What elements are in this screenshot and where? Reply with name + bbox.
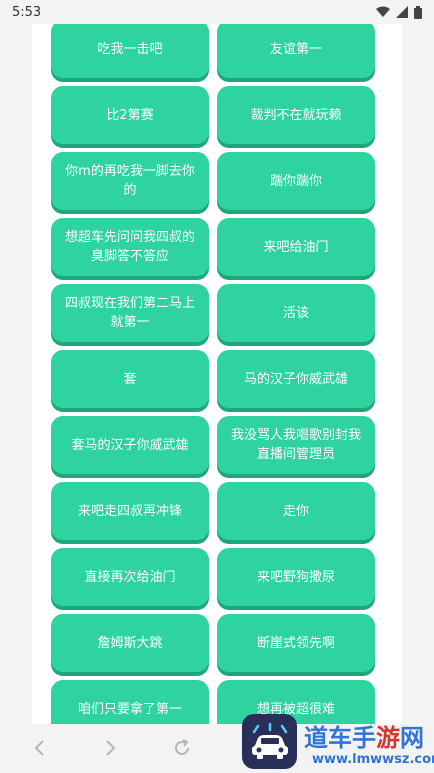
sound-button[interactable]: 来吧走四叔再冲锋 <box>51 482 209 540</box>
forward-icon[interactable] <box>100 738 120 758</box>
watermark-title: 道车手游网 <box>304 724 424 752</box>
sound-button[interactable]: 我没骂人我唱歌别封我直播间管理员 <box>217 416 375 474</box>
status-time: 5:53 <box>12 4 42 20</box>
wifi-icon <box>376 6 390 18</box>
sound-button[interactable]: 断崖式领先啊 <box>217 614 375 672</box>
status-bar: 5:53 <box>0 0 434 24</box>
sound-button[interactable]: 来吧给油门 <box>217 218 375 276</box>
back-icon[interactable] <box>30 738 50 758</box>
status-icons <box>376 5 422 19</box>
sound-button[interactable]: 比2第赛 <box>51 86 209 144</box>
sound-button[interactable]: 你m的再吃我一脚去你的 <box>51 152 209 210</box>
webview-content: 吃我一击吧 友谊第一 比2第赛 裁判不在就玩赖 你m的再吃我一脚去你的 踹你踹你… <box>32 24 402 724</box>
sound-button[interactable]: 裁判不在就玩赖 <box>217 86 375 144</box>
sound-button[interactable]: 友谊第一 <box>217 24 375 78</box>
sound-button[interactable]: 踹你踹你 <box>217 152 375 210</box>
sound-button[interactable]: 活该 <box>217 284 375 342</box>
sound-button[interactable]: 走你 <box>217 482 375 540</box>
reload-icon[interactable] <box>172 738 192 758</box>
sound-button[interactable]: 詹姆斯大跳 <box>51 614 209 672</box>
site-watermark: 道车手游网 www.lmwwsz.com <box>242 712 434 772</box>
sound-button[interactable]: 马的汉子你威武雄 <box>217 350 375 408</box>
sound-button[interactable]: 吃我一击吧 <box>51 24 209 78</box>
sound-button[interactable]: 直接再次给油门 <box>51 548 209 606</box>
watermark-url: www.lmwwsz.com <box>312 752 434 767</box>
sound-button[interactable]: 套马的汉子你威武雄 <box>51 416 209 474</box>
sound-button[interactable]: 四叔现在我们第二马上就第一 <box>51 284 209 342</box>
sound-button-grid: 吃我一击吧 友谊第一 比2第赛 裁判不在就玩赖 你m的再吃我一脚去你的 踹你踹你… <box>51 24 376 724</box>
signal-icon <box>396 6 408 18</box>
car-logo-icon <box>242 714 297 769</box>
sound-button[interactable]: 来吧野狗撒尿 <box>217 548 375 606</box>
sound-button[interactable]: 想超车先问问我四叔的臭脚答不答应 <box>51 218 209 276</box>
sound-button[interactable]: 套 <box>51 350 209 408</box>
sound-button[interactable]: 咱们只要拿了第一 <box>51 680 209 724</box>
battery-icon <box>414 5 422 19</box>
